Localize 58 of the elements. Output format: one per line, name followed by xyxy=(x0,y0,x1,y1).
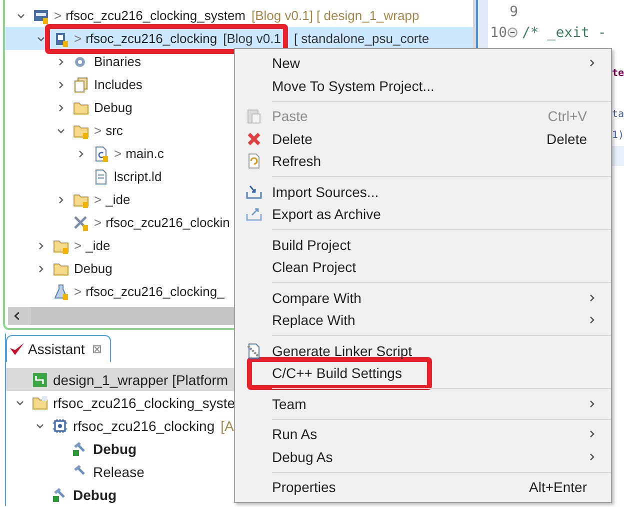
tree-item-label: Debug xyxy=(73,486,117,502)
menu-item-label: Debug As xyxy=(272,448,333,465)
menu-item-label: New xyxy=(272,55,300,72)
tree-item-label: main.c xyxy=(126,146,164,161)
project-info: [A xyxy=(220,418,234,434)
change-marker: > xyxy=(94,215,102,230)
change-marker: > xyxy=(94,123,102,138)
shortcut-text: Delete xyxy=(546,130,587,147)
menu-item-label: Generate Linker Script xyxy=(272,342,412,359)
project-info: [Blog v0.1 xyxy=(223,31,281,46)
menu-item-label: Run As xyxy=(272,426,318,442)
code-text: te xyxy=(612,68,624,80)
menu-item-label: Move To System Project... xyxy=(272,78,434,94)
tree-item-label: _ide xyxy=(86,238,110,253)
line-number: 9 xyxy=(510,4,518,20)
tree-item-label: rfsoc_zcu216_clocking_system xyxy=(66,8,246,23)
menu-item-label: Export as Archive xyxy=(272,206,381,222)
line-number: 10 xyxy=(490,24,507,41)
menu-item-label: Replace With xyxy=(272,312,356,328)
tree-item-label: Debug xyxy=(93,440,137,456)
tab-label: Assistant xyxy=(28,341,85,357)
menu-item-label: Delete xyxy=(272,130,312,147)
change-marker: > xyxy=(74,238,82,253)
code-text: /* _exit - xyxy=(522,24,606,41)
tree-item-label: Release xyxy=(93,464,144,480)
tree-item-label: lscript.ld xyxy=(114,169,162,184)
shortcut-text: Ctrl+V xyxy=(548,108,587,124)
code-text: ta xyxy=(612,109,624,120)
tree-item-label: rfsoc_zcu216_clocking_ xyxy=(86,284,224,299)
project-info: [ standalone_psu_corte xyxy=(294,31,430,46)
menu-item-label: Import Sources... xyxy=(272,184,379,200)
menu-item-label: Properties xyxy=(272,479,336,496)
menu-item-label: Paste xyxy=(272,108,308,124)
shortcut-text: Alt+Enter xyxy=(529,479,587,496)
tree-item-label: Includes xyxy=(94,77,142,92)
tree-item-label: rfsoc_zcu216_clocking_syste xyxy=(53,394,236,410)
tree-item-label: rfsoc_zcu216_clockin xyxy=(106,215,230,230)
menu-item-label: Team xyxy=(272,396,306,412)
menu-item-label: C/C++ Build Settings xyxy=(272,365,402,382)
tree-item-label: src xyxy=(106,123,123,138)
code-text: 1) xyxy=(612,130,624,141)
tree-item-label: rfsoc_zcu216_clocking xyxy=(73,418,215,434)
tree-item-label: rfsoc_zcu216_clocking xyxy=(86,31,218,46)
change-marker: > xyxy=(94,192,102,207)
project-info: [Blog v0.1] [ design_1_wrapp xyxy=(252,8,420,23)
change-marker: > xyxy=(54,8,62,23)
tree-item-label: Debug xyxy=(74,261,112,276)
menu-item-label: Refresh xyxy=(272,153,322,170)
menu-item-label: Clean Project xyxy=(272,259,356,276)
tree-item-label: Binaries xyxy=(94,54,141,69)
change-marker: > xyxy=(114,146,122,161)
tree-item-label: Debug xyxy=(94,100,132,115)
menu-item-label: Build Project xyxy=(272,236,351,253)
tree-item-label: design_1_wrapper [Platform xyxy=(53,372,228,388)
tree-item-label: _ide xyxy=(106,192,130,207)
change-marker: > xyxy=(74,284,82,299)
change-marker: > xyxy=(74,31,82,46)
menu-item-label: Compare With xyxy=(272,290,362,306)
